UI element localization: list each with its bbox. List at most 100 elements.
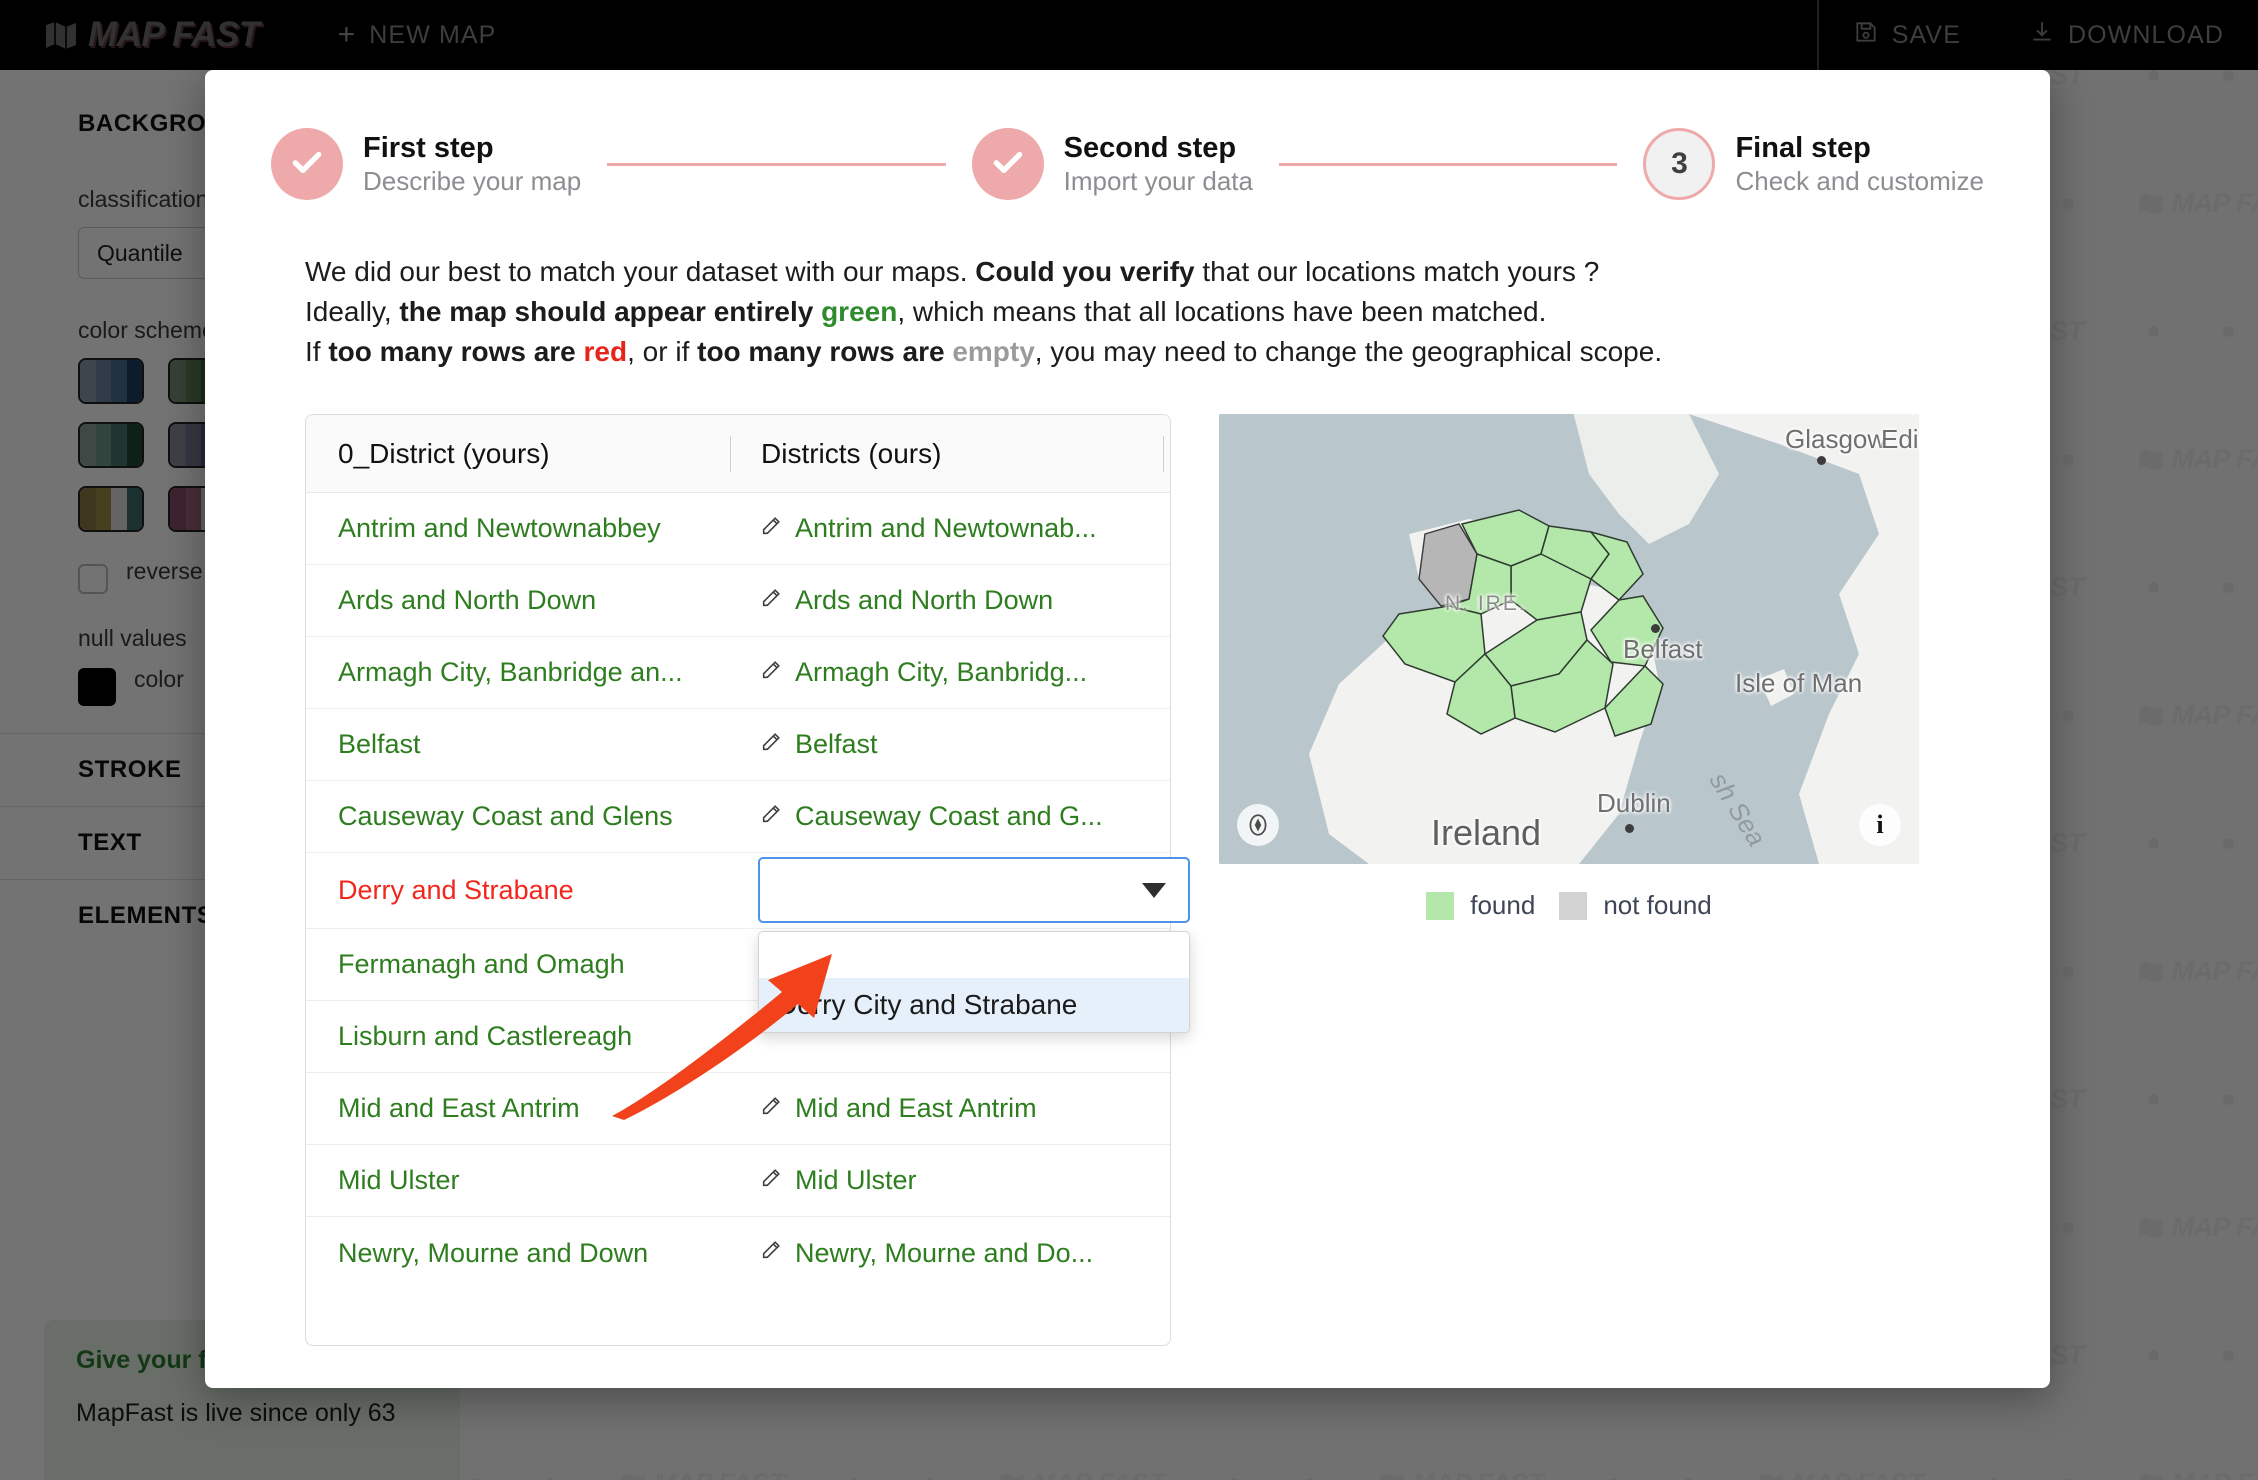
legend-label-found: found (1470, 890, 1536, 921)
cell-our-district[interactable]: Mid Ulster (730, 1165, 1170, 1196)
intro-2b: the map should appear entirely (399, 296, 822, 328)
pencil-icon[interactable] (760, 1095, 782, 1123)
table-row-spacer (306, 1289, 1170, 1345)
cell-our-district-text: Causeway Coast and G... (795, 801, 1103, 832)
location-match-table: 0_District (yours) Districts (ours) Antr… (305, 414, 1190, 1347)
intro-green-word: green (821, 296, 898, 328)
district-select-option[interactable] (759, 932, 1189, 978)
column-header-ours: Districts (ours) (761, 437, 942, 469)
intro-3a: If (305, 336, 329, 368)
table-row[interactable]: Armagh City, Banbridge an... Armagh City,… (306, 637, 1170, 710)
intro-red-word: red (583, 336, 628, 368)
pencil-icon[interactable] (760, 1167, 782, 1195)
step-first[interactable]: First step Describe your map (271, 128, 581, 200)
table-row[interactable]: Ards and North Down Ards and North Down (306, 565, 1170, 638)
preview-map[interactable]: Glasgow Edinbu N. IRE. Belfast Isle of M… (1219, 414, 1919, 865)
step-2-circle (971, 128, 1044, 200)
table-row[interactable]: Derry and Strabane Derry City and Straban… (306, 853, 1190, 1034)
intro-1a: We did our best to match your dataset wi… (305, 256, 976, 287)
pencil-icon[interactable] (760, 1239, 782, 1267)
step-1-subtitle: Describe your map (363, 165, 582, 196)
cell-our-district[interactable]: Belfast (730, 729, 1170, 760)
pencil-icon[interactable] (760, 587, 782, 615)
cell-our-district[interactable]: Antrim and Newtownab... (730, 513, 1170, 544)
map-label-isle-of-man: Isle of Man (1735, 668, 1863, 699)
step-second[interactable]: Second step Import your data (971, 128, 1253, 200)
map-label-ireland: Ireland (1431, 812, 1542, 854)
cell-our-district[interactable]: Newry, Mourne and Do... (730, 1238, 1170, 1269)
intro-2a: Ideally, (305, 296, 400, 328)
step-3-title: Final step (1735, 131, 1871, 164)
intro-line-1: We did our best to match your dataset wi… (305, 252, 1984, 292)
step-connector (1278, 162, 1618, 166)
cell-our-district[interactable]: Mid and East Antrim (730, 1093, 1170, 1124)
intro-line-3: If too many rows are red, or if too many… (305, 332, 1984, 372)
table-body: Antrim and Newtownabbey Antrim and Newtow… (306, 493, 1190, 1289)
table-row[interactable]: Mid Ulster Mid Ulster (306, 1145, 1170, 1218)
cell-our-district[interactable]: Armagh City, Banbridg... (730, 657, 1170, 688)
step-1-title: First step (363, 131, 494, 164)
cell-our-district-text: Mid and East Antrim (795, 1093, 1037, 1124)
wizard-stepper: First step Describe your map Second step… (205, 70, 2050, 200)
column-header-yours: 0_District (yours) (338, 437, 550, 469)
intro-empty-word: empty (952, 336, 1035, 368)
intro-3e: , you may need to change the geographica… (1034, 336, 1663, 368)
table-row[interactable]: Antrim and Newtownabbey Antrim and Newtow… (306, 493, 1170, 566)
legend-swatch-not-found (1559, 891, 1588, 920)
map-label-dublin: Dublin (1597, 788, 1671, 819)
step-3-circle: 3 (1643, 128, 1716, 200)
cell-our-district-text: Armagh City, Banbridg... (795, 657, 1088, 688)
intro-3d: too many rows are (697, 336, 953, 368)
check-icon (287, 142, 327, 187)
map-legend: found not found (1219, 890, 1919, 921)
district-select-menu[interactable]: Derry City and Strabane (758, 931, 1190, 1034)
info-icon[interactable]: i (1859, 804, 1901, 847)
step-final[interactable]: 3 Final step Check and customize (1643, 128, 1984, 200)
check-icon (988, 142, 1028, 187)
cell-your-district: Newry, Mourne and Down (338, 1237, 649, 1268)
table-row[interactable]: Causeway Coast and Glens Causeway Coast a… (306, 781, 1170, 854)
cell-your-district: Ards and North Down (338, 585, 597, 616)
map-label-belfast: Belfast (1623, 634, 1703, 665)
legend-swatch-found (1426, 891, 1455, 920)
intro-1b: Could you verify (975, 256, 1195, 287)
cell-our-district[interactable]: Ards and North Down (730, 585, 1170, 616)
column-divider (1163, 435, 1164, 472)
intro-2c: , which means that all locations have be… (897, 296, 1547, 328)
table-row[interactable]: Mid and East Antrim Mid and East Antrim (306, 1073, 1170, 1146)
pencil-icon[interactable] (760, 731, 782, 759)
cell-your-district: Fermanagh and Omagh (338, 949, 625, 980)
pencil-icon[interactable] (760, 659, 782, 687)
table-row[interactable]: Newry, Mourne and Down Newry, Mourne and … (306, 1217, 1170, 1289)
district-select[interactable] (758, 857, 1190, 924)
step-connector (607, 162, 946, 166)
step-2-title: Second step (1063, 131, 1237, 164)
map-label-northern-ireland: N. IRE. (1445, 592, 1527, 616)
wizard-body: 0_District (yours) Districts (ours) Antr… (205, 372, 2050, 1347)
cell-our-district-text: Newry, Mourne and Do... (795, 1237, 1094, 1268)
intro-text: We did our best to match your dataset wi… (205, 200, 2050, 372)
intro-3b: too many rows are (328, 336, 584, 368)
cell-your-district: Armagh City, Banbridge an... (338, 657, 683, 688)
map-label-glasgow: Glasgow (1785, 424, 1887, 455)
preview-map-panel: Glasgow Edinbu N. IRE. Belfast Isle of M… (1219, 414, 1919, 1346)
intro-3c: , or if (627, 336, 698, 368)
table-header: 0_District (yours) Districts (ours) (306, 415, 1170, 494)
legend-label-not-found: not found (1603, 890, 1712, 921)
intro-1c: that our locations match yours ? (1194, 256, 1600, 287)
step-3-number: 3 (1671, 147, 1688, 180)
cell-your-district: Derry and Strabane (338, 875, 574, 906)
cell-your-district: Belfast (338, 729, 421, 760)
cell-your-district: Antrim and Newtownabbey (338, 513, 661, 544)
compass-icon[interactable] (1237, 804, 1279, 847)
cell-your-district: Lisburn and Castlereagh (338, 1021, 633, 1052)
pencil-icon[interactable] (760, 803, 782, 831)
step-3-subtitle: Check and customize (1735, 165, 1985, 196)
cell-your-district: Mid and East Antrim (338, 1093, 580, 1124)
cell-our-district[interactable]: Causeway Coast and G... (730, 801, 1170, 832)
intro-line-2: Ideally, the map should appear entirely … (305, 292, 1984, 332)
cell-our-district-text: Mid Ulster (795, 1165, 917, 1196)
district-select-option[interactable]: Derry City and Strabane (759, 978, 1189, 1033)
pencil-icon[interactable] (760, 515, 782, 543)
table-row[interactable]: Belfast Belfast (306, 709, 1170, 782)
